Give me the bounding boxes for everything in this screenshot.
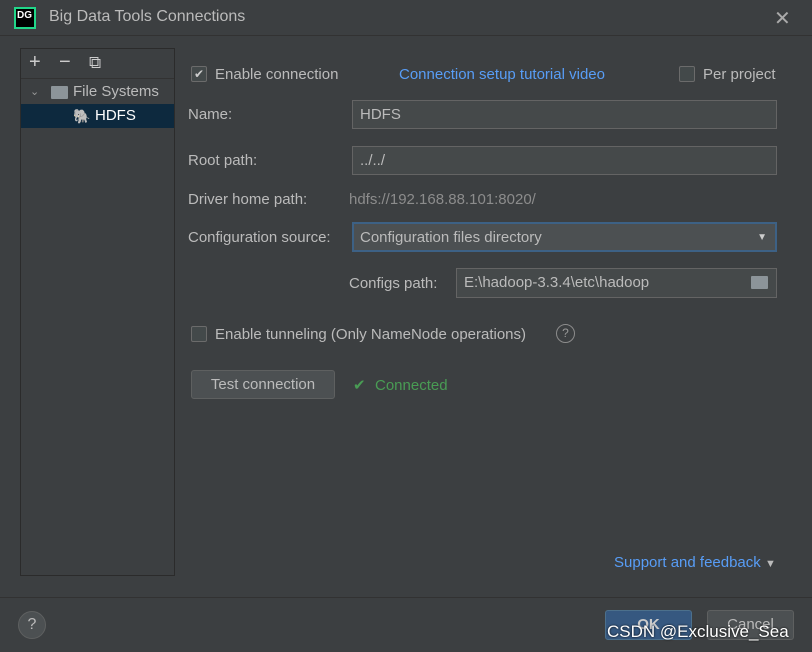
test-connection-button[interactable]: Test connection	[191, 370, 335, 399]
enable-tunneling-checkbox[interactable]	[191, 326, 207, 342]
divider	[0, 597, 812, 598]
support-feedback-label: Support and feedback	[614, 554, 761, 571]
support-feedback-link[interactable]: Support and feedback ▼	[614, 554, 776, 571]
help-button[interactable]: ?	[18, 611, 46, 639]
dropdown-arrow-icon: ▼	[757, 232, 767, 243]
tree-node-file-systems[interactable]: ⌄ File Systems	[21, 80, 174, 104]
app-logo: DG	[14, 7, 36, 29]
tree-node-hdfs[interactable]: 🐘 HDFS	[21, 104, 174, 128]
folder-icon	[51, 86, 68, 99]
tutorial-video-link[interactable]: Connection setup tutorial video	[399, 66, 605, 83]
configs-path-value: E:\hadoop-3.3.4\etc\hadoop	[464, 274, 650, 291]
configs-path-input[interactable]: E:\hadoop-3.3.4\etc\hadoop	[456, 268, 777, 298]
config-source-dropdown[interactable]: Configuration files directory ▼	[352, 222, 777, 252]
name-label: Name:	[188, 106, 233, 123]
per-project-checkbox[interactable]	[679, 66, 695, 82]
copy-icon[interactable]: ⧉	[89, 53, 101, 73]
config-source-label: Configuration source:	[188, 229, 331, 246]
dropdown-arrow-icon: ▼	[764, 558, 776, 570]
enable-tunneling-label: Enable tunneling (Only NameNode operatio…	[215, 326, 527, 343]
tree-toolbar: + − ⧉	[21, 49, 174, 79]
config-source-value: Configuration files directory	[360, 229, 542, 246]
per-project-label: Per project	[703, 66, 776, 83]
name-input[interactable]: HDFS	[352, 100, 777, 129]
connection-status: Connected	[375, 377, 448, 394]
add-icon[interactable]: +	[29, 51, 41, 74]
tree-node-label: HDFS	[95, 107, 136, 124]
close-icon[interactable]: ✕	[774, 6, 791, 31]
enable-connection-label: Enable connection	[215, 66, 339, 83]
configs-path-label: Configs path:	[349, 275, 438, 292]
root-path-label: Root path:	[188, 152, 258, 169]
tree-node-label: File Systems	[73, 83, 159, 100]
hadoop-elephant-icon: 🐘	[73, 108, 91, 124]
browse-folder-icon[interactable]	[751, 276, 768, 289]
watermark: CSDN @Exclusive_Sea	[607, 622, 789, 641]
root-path-input[interactable]: ../../	[352, 146, 777, 175]
chevron-down-icon: ⌄	[30, 86, 40, 98]
check-icon: ✔	[353, 377, 366, 394]
window-title: Big Data Tools Connections	[49, 8, 246, 25]
enable-connection-checkbox[interactable]: ✔	[191, 66, 207, 82]
connections-tree: + − ⧉ ⌄ File Systems 🐘 HDFS	[20, 48, 175, 576]
driver-home-value: hdfs://192.168.88.101:8020/	[349, 191, 536, 208]
driver-home-label: Driver home path:	[188, 191, 308, 208]
help-icon[interactable]: ?	[556, 324, 575, 343]
remove-icon[interactable]: −	[59, 51, 71, 74]
